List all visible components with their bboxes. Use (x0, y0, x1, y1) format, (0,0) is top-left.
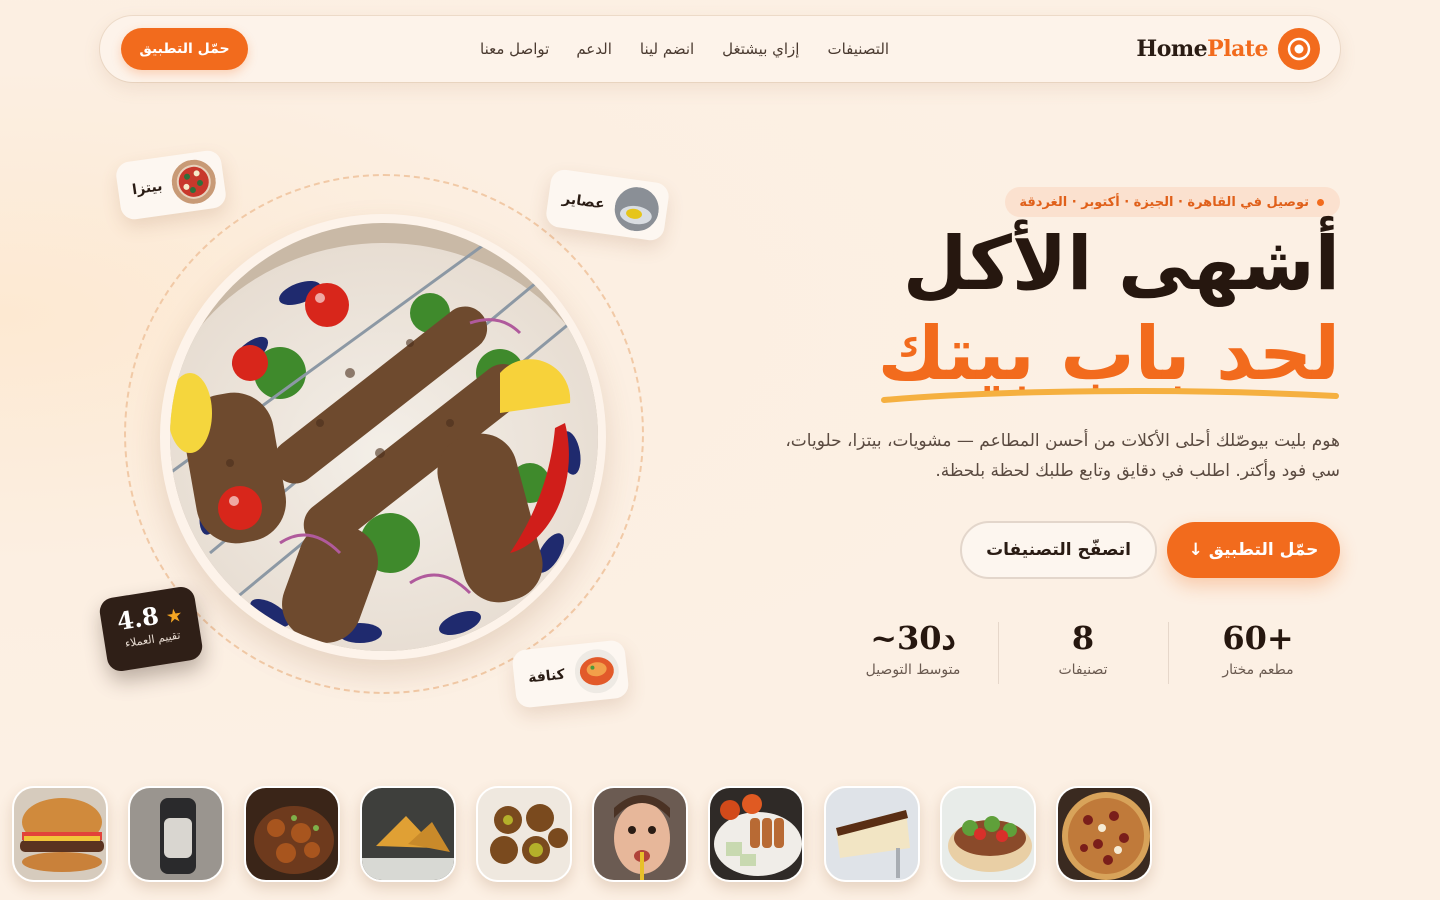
stat-categories-value: 8 (1071, 619, 1095, 657)
nav-download-button[interactable]: حمّل التطبيق (121, 28, 248, 70)
stat-categories: 8 تصنيفات (998, 618, 1168, 678)
stat-restaurants: 60+ مطعم مختار (1173, 618, 1343, 678)
tile-person-drinking[interactable] (592, 786, 688, 882)
brand-name: HomePlate (1136, 36, 1268, 62)
stat-delivery-value: ~30د (870, 619, 956, 657)
chip-kunafa-label: كنافة (527, 666, 566, 687)
tile-cheesecake[interactable] (824, 786, 920, 882)
delivery-areas-text: توصيل في القاهرة · الجيزة · أكتوبر · الغ… (1019, 194, 1309, 210)
browse-categories-button[interactable]: اتصفّح التصنيفات (960, 521, 1157, 579)
food-thumbnail-strip (12, 786, 1152, 882)
nav-link-contact[interactable]: تواصل معنا (480, 40, 549, 58)
tile-pizza[interactable] (1056, 786, 1152, 882)
nav-link-how-it-works[interactable]: إزاي بيشتغل (722, 40, 799, 58)
tile-samosa[interactable] (360, 786, 456, 882)
tile-falafel[interactable] (476, 786, 572, 882)
stat-divider (1168, 622, 1169, 684)
pill-dot-icon (1317, 198, 1324, 206)
chip-juices-label: عصاير (561, 190, 606, 213)
kofta-plate-image (170, 223, 598, 651)
hero-description: هوم بليت بيوصّلك أحلى الأكلات من أحسن ال… (785, 431, 1340, 481)
brand-logo-icon (1278, 28, 1320, 70)
nav-links: تواصل معنا الدعم انضم لينا إزاي بيشتغل ا… (480, 16, 889, 82)
hero-title-line1: أشهى الأكل (902, 221, 1340, 307)
brand[interactable]: HomePlate (1136, 27, 1320, 71)
stat-restaurants-label: مطعم مختار (1222, 662, 1294, 678)
tile-noodles[interactable] (244, 786, 340, 882)
chip-pizza-label: بيتزا (131, 178, 164, 199)
customer-rating-card: 4.8 ★ تقييم العملاء (97, 584, 205, 674)
kunafa-thumb-icon (572, 647, 621, 696)
tile-sandwich[interactable] (940, 786, 1036, 882)
brand-plate-text: Plate (1207, 36, 1268, 62)
download-app-button[interactable]: حمّل التطبيق ↓ (1167, 522, 1340, 578)
stat-divider (998, 622, 999, 684)
star-icon: ★ (165, 605, 183, 627)
chip-juices[interactable]: عصاير (544, 168, 671, 242)
tile-burger[interactable] (12, 786, 108, 882)
juice-thumb-icon (611, 184, 662, 234)
tile-skewers[interactable] (708, 786, 804, 882)
rating-value: 4.8 (114, 600, 161, 637)
nav-link-join[interactable]: انضم لينا (640, 40, 694, 58)
nav-link-categories[interactable]: التصنيفات (827, 40, 889, 58)
title-underline-decoration (881, 388, 1339, 403)
chip-kunafa[interactable]: كنافة (511, 639, 630, 709)
top-navbar: حمّل التطبيق تواصل معنا الدعم انضم لينا … (100, 16, 1340, 82)
stat-delivery-label: متوسط التوصيل (865, 662, 961, 678)
stat-categories-label: تصنيفات (1058, 662, 1108, 678)
pizza-thumb-icon (169, 156, 219, 207)
chip-pizza[interactable]: بيتزا (114, 148, 228, 222)
brand-home-text: Home (1136, 36, 1208, 62)
stat-delivery-time: ~30د متوسط التوصيل (828, 618, 998, 678)
delivery-areas-badge: توصيل في القاهرة · الجيزة · أكتوبر · الغ… (1005, 187, 1340, 217)
tile-blender[interactable] (128, 786, 224, 882)
nav-link-support[interactable]: الدعم (576, 40, 612, 58)
stat-restaurants-value: 60+ (1222, 619, 1294, 657)
